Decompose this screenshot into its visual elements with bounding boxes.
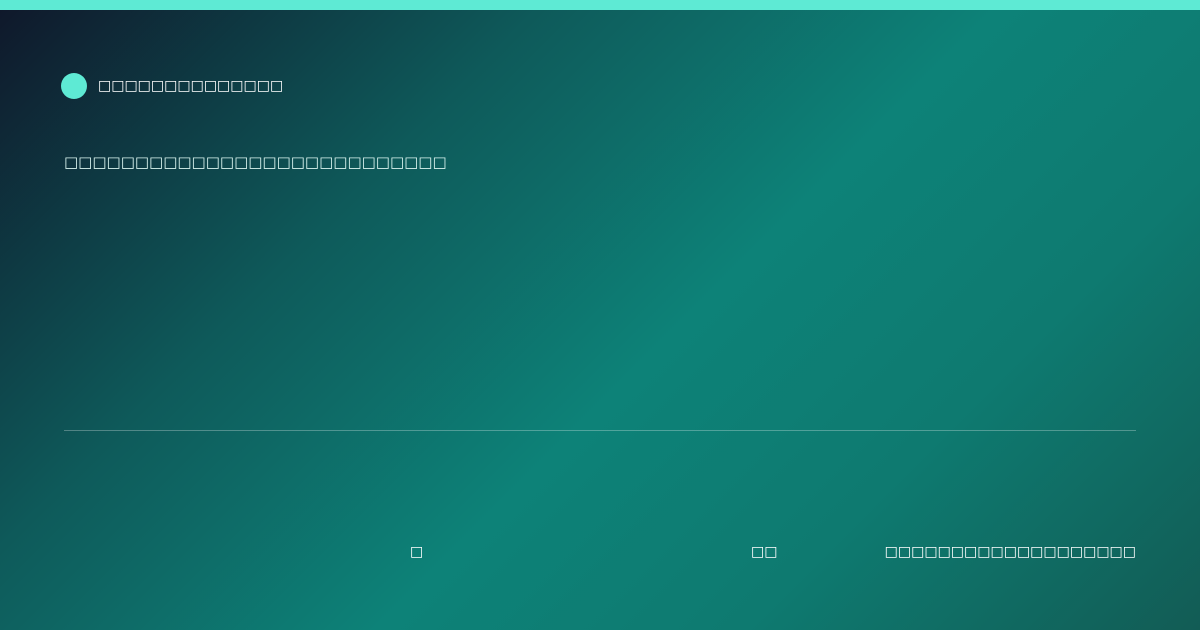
footer-text-2: □□ — [751, 544, 778, 560]
divider — [64, 430, 1136, 431]
circle-icon — [61, 73, 87, 99]
accent-top-bar — [0, 0, 1200, 10]
brand: □□□□□□□□□□□□□□ — [61, 73, 283, 99]
footer-text-3: □□□□□□□□□□□□□□□□□□□ — [884, 544, 1136, 560]
brand-name: □□□□□□□□□□□□□□ — [98, 78, 284, 94]
footer-text-1: □ — [410, 544, 424, 560]
headline: □□□□□□□□□□□□□□□□□□□□□□□□□□□ — [64, 153, 447, 171]
